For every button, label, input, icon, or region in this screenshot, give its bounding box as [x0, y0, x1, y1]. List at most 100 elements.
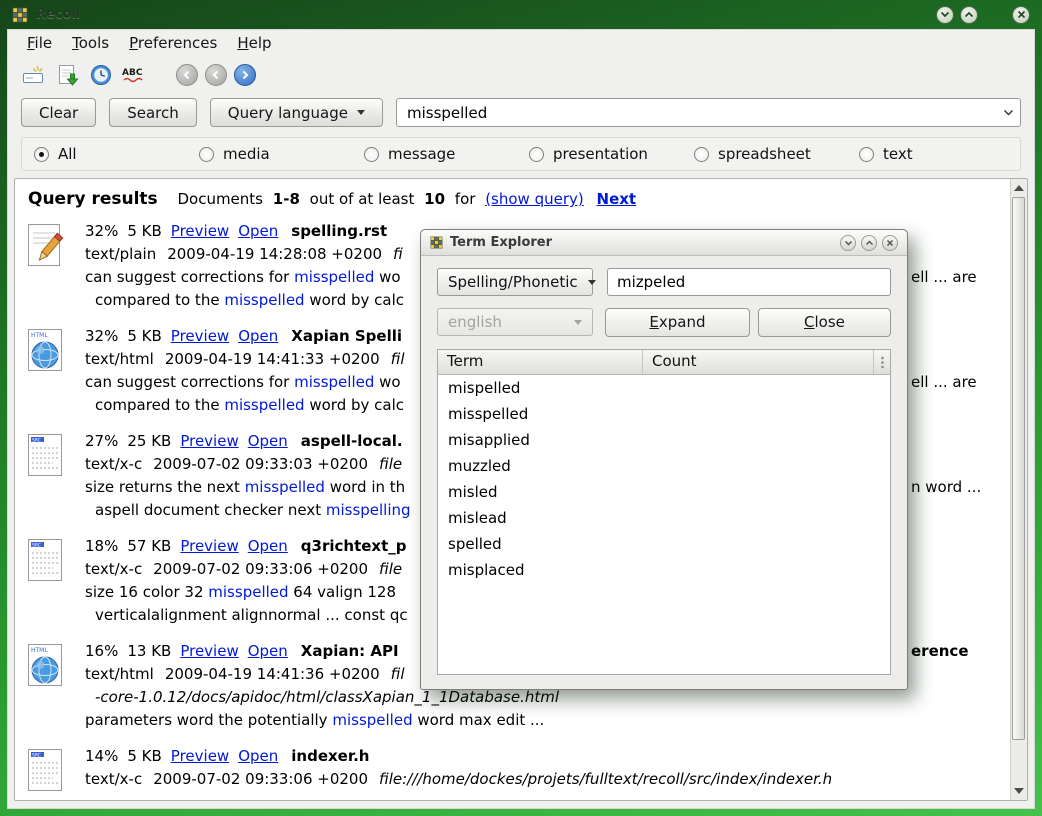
highlighted-term: misspelled: [208, 583, 288, 601]
source-code-icon: SRC: [25, 745, 85, 796]
term-row[interactable]: misled: [438, 479, 890, 505]
filter-radio-spreadsheet[interactable]: spreadsheet: [694, 145, 859, 163]
highlighted-term: misspelled: [294, 268, 374, 286]
language-select[interactable]: english: [437, 308, 593, 336]
preview-link[interactable]: Preview: [180, 642, 238, 660]
open-link[interactable]: Open: [238, 222, 278, 240]
filter-radio-all[interactable]: All: [34, 145, 199, 163]
table-header: Term Count: [438, 350, 890, 375]
results-scrollbar[interactable]: [1010, 179, 1027, 800]
close-button[interactable]: [1012, 6, 1030, 24]
dialog-close-button[interactable]: [882, 235, 898, 251]
term-row[interactable]: spelled: [438, 531, 890, 557]
search-query-input[interactable]: [397, 104, 996, 122]
file-size: 5 KB: [127, 747, 161, 765]
filter-radio-media[interactable]: media: [199, 145, 364, 163]
save-results-icon[interactable]: [53, 62, 80, 89]
term-row[interactable]: muzzled: [438, 453, 890, 479]
dialog-shade-button[interactable]: [840, 235, 856, 251]
relevance-percent: 16%: [85, 642, 118, 660]
result-url: file:///home/dockes/projets/fulltext/rec…: [379, 770, 832, 788]
svg-text:SRC: SRC: [32, 752, 41, 758]
filter-radio-text[interactable]: text: [859, 145, 913, 163]
term-input[interactable]: [607, 268, 891, 296]
search-query-combobox: [396, 98, 1021, 127]
result-title: Xapian: API: [301, 642, 399, 660]
svg-text:SRC: SRC: [32, 437, 41, 443]
recoll-logo-icon: [12, 7, 28, 23]
mime-type: text/x-c: [85, 770, 142, 788]
maximize-button[interactable]: [960, 6, 978, 24]
combobox-chevron-icon[interactable]: [996, 99, 1020, 126]
term-row[interactable]: misspelled: [438, 401, 890, 427]
result-date: 2009-07-02 09:33:06 +0200: [153, 770, 368, 788]
result-title: spelling.rst: [291, 222, 387, 240]
spellcheck-icon[interactable]: ABC: [121, 62, 148, 89]
preview-link[interactable]: Preview: [180, 537, 238, 555]
column-header-term[interactable]: Term: [438, 350, 643, 374]
result-title-fragment: erence: [911, 640, 969, 663]
clear-search-icon[interactable]: [19, 62, 46, 89]
search-row: Clear Search Query language: [7, 93, 1035, 135]
filter-radio-message[interactable]: message: [364, 145, 529, 163]
term-explorer-body: Spelling/Phonetic english Expand Close T…: [421, 256, 907, 689]
highlighted-term: misspelled: [294, 373, 374, 391]
history-icon[interactable]: [87, 62, 114, 89]
filter-radio-presentation[interactable]: presentation: [529, 145, 694, 163]
radio-icon: [859, 147, 874, 162]
menu-help[interactable]: Help: [227, 31, 281, 55]
dialog-maximize-button[interactable]: [861, 235, 877, 251]
chevron-down-icon: [357, 110, 365, 115]
query-language-dropdown[interactable]: Query language: [210, 98, 383, 127]
preview-link[interactable]: Preview: [171, 222, 229, 240]
clear-button[interactable]: Clear: [21, 98, 96, 127]
result-url: fil: [391, 350, 405, 368]
term-row[interactable]: misapplied: [438, 427, 890, 453]
term-row[interactable]: misplaced: [438, 557, 890, 583]
result-date: 2009-04-19 14:28:08 +0200: [167, 245, 382, 263]
term-row[interactable]: mislead: [438, 505, 890, 531]
show-query-link[interactable]: (show query): [485, 190, 584, 208]
menu-preferences[interactable]: Preferences: [119, 31, 227, 55]
first-page-icon[interactable]: [176, 64, 198, 86]
column-header-count[interactable]: Count: [643, 350, 874, 374]
text-document-icon: [25, 220, 85, 312]
expand-button[interactable]: Expand: [605, 308, 750, 337]
previous-page-icon[interactable]: [205, 64, 227, 86]
html-document-icon: HTML: [25, 325, 85, 417]
relevance-percent: 32%: [85, 222, 118, 240]
open-link[interactable]: Open: [238, 747, 278, 765]
term-row[interactable]: mispelled: [438, 375, 890, 401]
preview-link[interactable]: Preview: [171, 327, 229, 345]
open-link[interactable]: Open: [248, 537, 288, 555]
header-menu-icon[interactable]: [874, 350, 890, 374]
scroll-down-icon[interactable]: [1011, 783, 1027, 799]
menu-file[interactable]: File: [17, 31, 62, 55]
open-link[interactable]: Open: [248, 432, 288, 450]
open-link[interactable]: Open: [248, 642, 288, 660]
open-link[interactable]: Open: [238, 327, 278, 345]
svg-text:ABC: ABC: [122, 68, 143, 78]
preview-link[interactable]: Preview: [180, 432, 238, 450]
next-results-link[interactable]: Next: [597, 190, 637, 208]
results-title: Query results: [28, 189, 158, 209]
menu-tools[interactable]: Tools: [62, 31, 119, 55]
mime-type: text/plain: [85, 245, 156, 263]
shade-button[interactable]: [936, 6, 954, 24]
svg-text:HTML: HTML: [31, 332, 48, 339]
search-button[interactable]: Search: [109, 98, 197, 127]
term-explorer-titlebar: Term Explorer: [421, 230, 907, 256]
file-size: 5 KB: [127, 222, 161, 240]
result-url: file: [379, 455, 402, 473]
source-code-icon: SRC: [25, 430, 85, 522]
scroll-up-icon[interactable]: [1011, 180, 1027, 196]
result-date: 2009-04-19 14:41:33 +0200: [165, 350, 380, 368]
close-dialog-button[interactable]: Close: [758, 308, 891, 337]
scrollbar-thumb[interactable]: [1012, 197, 1025, 740]
result-title: aspell-local.: [301, 432, 403, 450]
expansion-mode-select[interactable]: Spelling/Phonetic: [437, 268, 593, 296]
next-page-icon[interactable]: [234, 64, 256, 86]
html-document-icon: HTML: [25, 640, 85, 732]
svg-text:HTML: HTML: [31, 647, 48, 654]
preview-link[interactable]: Preview: [171, 747, 229, 765]
